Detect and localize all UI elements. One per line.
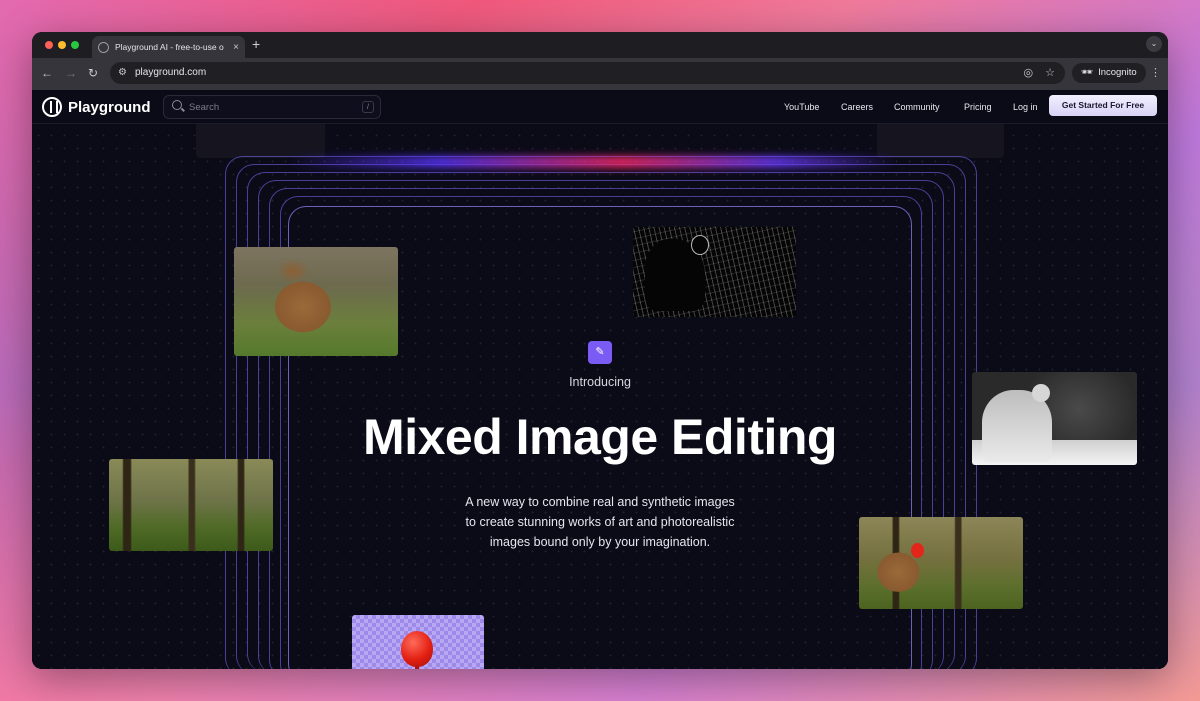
edge-balloon	[691, 235, 709, 255]
menu-icon[interactable]: ⋮	[1150, 66, 1161, 79]
page-content: Playground Search / YouTube Careers Comm…	[32, 90, 1168, 669]
magic-wand-icon: ✎	[588, 341, 612, 364]
bear-photo	[234, 247, 398, 356]
tab-strip: Playground AI - free-to-use o × + ⌄	[32, 32, 1168, 58]
decorative-panel-left	[196, 124, 325, 158]
hero-subtitle-line: A new way to combine real and synthetic …	[465, 495, 735, 509]
new-tab-button[interactable]: +	[252, 36, 260, 52]
hero-subtitle: A new way to combine real and synthetic …	[432, 492, 768, 552]
hero-eyebrow: Introducing	[569, 375, 631, 389]
brand-logo[interactable]: Playground	[42, 97, 151, 117]
brand-name: Playground	[68, 98, 151, 116]
close-window-button[interactable]	[45, 41, 53, 49]
nav-link-login[interactable]: Log in	[1013, 102, 1053, 112]
search-shortcut-key: /	[362, 101, 374, 113]
eye-off-icon[interactable]: ◎	[1024, 66, 1034, 79]
site-settings-icon[interactable]: ⚙	[118, 67, 127, 78]
tab-search-icon[interactable]: ⌄	[1146, 36, 1162, 52]
browser-window: Playground AI - free-to-use o × + ⌄ ← → …	[32, 32, 1168, 669]
nav-link-community[interactable]: Community	[894, 102, 964, 112]
red-balloon	[911, 543, 924, 558]
forward-icon[interactable]: →	[65, 66, 77, 80]
reload-icon[interactable]: ↻	[88, 66, 98, 80]
bear-in-forest-image	[859, 517, 1023, 609]
depth-map-image	[972, 372, 1137, 465]
nav-link-pricing[interactable]: Pricing	[964, 102, 1013, 112]
decorative-glow	[287, 156, 897, 168]
maximize-window-button[interactable]	[71, 41, 79, 49]
search-placeholder: Search	[189, 102, 220, 113]
nav-links: YouTube Careers Community Pricing Log in	[784, 102, 1053, 112]
balloon-knot	[415, 666, 419, 669]
playground-logo-icon	[42, 97, 62, 117]
nav-link-youtube[interactable]: YouTube	[784, 102, 841, 112]
depth-balloon	[1032, 384, 1050, 402]
address-bar[interactable]: ⚙ playground.com ◎ ☆	[110, 62, 1065, 84]
hero-subtitle-line: to create stunning works of art and phot…	[465, 515, 735, 529]
browser-tab[interactable]: Playground AI - free-to-use o ×	[92, 36, 245, 58]
nav-link-careers[interactable]: Careers	[841, 102, 894, 112]
incognito-badge[interactable]: 🕶 Incognito	[1072, 63, 1146, 83]
search-icon	[172, 100, 182, 110]
edge-map-image	[633, 227, 796, 317]
favicon-icon	[98, 41, 109, 53]
decorative-panel-right	[877, 124, 1004, 158]
tab-title: Playground AI - free-to-use o	[115, 42, 224, 52]
window-controls	[45, 41, 79, 49]
tab-close-icon[interactable]: ×	[233, 42, 239, 53]
site-nav: Playground Search / YouTube Careers Comm…	[32, 90, 1168, 124]
star-icon[interactable]: ☆	[1045, 66, 1055, 79]
balloon-cutout-image	[352, 615, 484, 669]
back-icon[interactable]: ←	[41, 66, 53, 80]
minimize-window-button[interactable]	[58, 41, 66, 49]
hero-title: Mixed Image Editing	[363, 409, 837, 465]
forest-photo	[109, 459, 273, 551]
url-text: playground.com	[135, 67, 207, 78]
search-box[interactable]: Search /	[163, 95, 381, 119]
incognito-label: Incognito	[1098, 67, 1137, 78]
balloon-icon	[401, 631, 433, 667]
hero-subtitle-line: images bound only by your imagination.	[489, 535, 711, 549]
browser-toolbar: ← → ↻ ⚙ playground.com ◎ ☆ 🕶 Incognito ⋮	[32, 58, 1168, 90]
incognito-icon: 🕶	[1081, 67, 1094, 78]
get-started-button[interactable]: Get Started For Free	[1049, 95, 1157, 116]
